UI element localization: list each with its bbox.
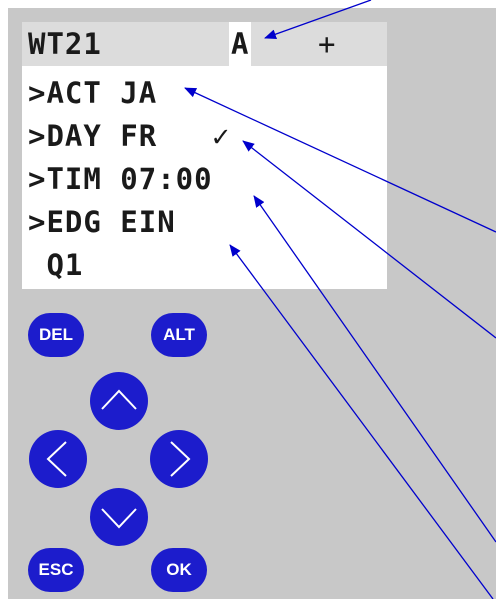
annotation-arrow-act (184, 87, 496, 233)
annotation-arrow-day (242, 140, 496, 339)
annotation-arrow-edg (229, 244, 494, 599)
annotation-arrows (184, 0, 496, 599)
annotation-arrow-tim (253, 195, 496, 543)
annotation-arrow-tab-a (264, 0, 372, 39)
